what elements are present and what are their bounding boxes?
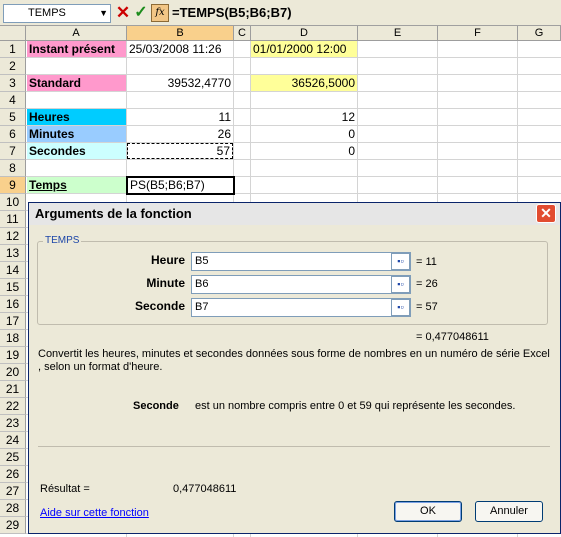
arg-input-heure[interactable]: B5 [191,252,411,271]
arg-result-seconde: = 57 [416,301,438,313]
cell-d3[interactable]: 36526,5000 [251,75,357,91]
cell-b3[interactable]: 39532,4770 [127,75,233,91]
arg-result-heure: = 11 [416,256,437,268]
row-header-21[interactable]: 21 [0,381,26,398]
gridline [26,91,561,92]
row-header-20[interactable]: 20 [0,364,26,381]
row-header-27[interactable]: 27 [0,483,26,500]
row-header-25[interactable]: 25 [0,449,26,466]
arg-result-minute: = 26 [416,278,438,290]
cell-b7[interactable]: 57 [127,143,233,159]
chevron-down-icon[interactable]: ▼ [99,5,108,22]
result-label: Résultat = [40,483,90,495]
close-icon[interactable]: ✕ [536,204,556,223]
row-header-3[interactable]: 3 [0,75,26,92]
row-header-23[interactable]: 23 [0,415,26,432]
column-header-c[interactable]: C [234,26,251,41]
gridline [26,57,561,58]
row-header-18[interactable]: 18 [0,330,26,347]
arg-input-minute[interactable]: B6 [191,275,411,294]
row-header-6[interactable]: 6 [0,126,26,143]
row-header-11[interactable]: 11 [0,211,26,228]
name-box[interactable]: TEMPS ▼ [3,4,111,23]
enter-check-icon[interactable]: ✓ [133,3,149,23]
result-value: 0,477048611 [173,483,237,495]
cell-b5[interactable]: 11 [127,109,233,125]
name-box-value: TEMPS [28,7,66,19]
column-header-f[interactable]: F [438,26,518,41]
collapse-dialog-icon[interactable]: ▪▫ [391,299,410,316]
row-header-19[interactable]: 19 [0,347,26,364]
row-header-29[interactable]: 29 [0,517,26,534]
row-header-16[interactable]: 16 [0,296,26,313]
cell-d7[interactable]: 0 [251,143,357,159]
cell-a3[interactable]: Standard [27,75,126,91]
row-header-2[interactable]: 2 [0,58,26,75]
row-header-28[interactable]: 28 [0,500,26,517]
cell-a5[interactable]: Heures [27,109,126,125]
cancel-button[interactable]: Annuler [475,501,543,522]
collapse-dialog-icon[interactable]: ▪▫ [391,276,410,293]
arg-input-seconde[interactable]: B7 [191,298,411,317]
formula-input[interactable]: =TEMPS(B5;B6;B7) [172,4,292,23]
dialog-title: Arguments de la fonction [29,203,560,225]
column-header-a[interactable]: A [26,26,127,41]
cell-a1[interactable]: Instant présent [27,41,126,57]
column-header-b[interactable]: B [127,26,234,41]
column-header-g[interactable]: G [518,26,561,41]
function-description: Convertit les heures, minutes et seconde… [38,348,550,373]
row-header-13[interactable]: 13 [0,245,26,262]
arg-description-text: est un nombre compris entre 0 et 59 qui … [195,400,516,412]
help-link[interactable]: Aide sur cette fonction [40,507,149,519]
select-all-corner[interactable] [0,26,26,41]
function-result: = 0,477048611 [416,331,489,343]
row-header-14[interactable]: 14 [0,262,26,279]
arg-label-minute: Minute [146,276,185,290]
row-header-26[interactable]: 26 [0,466,26,483]
row-header-4[interactable]: 4 [0,92,26,109]
arg-label-seconde: Seconde [134,299,185,313]
collapse-dialog-icon[interactable]: ▪▫ [391,253,410,270]
row-header-24[interactable]: 24 [0,432,26,449]
cell-a7[interactable]: Secondes [27,143,126,159]
row-header-10[interactable]: 10 [0,194,26,211]
row-header-7[interactable]: 7 [0,143,26,160]
row-header-1[interactable]: 1 [0,41,26,58]
cell-d1[interactable]: 01/01/2000 12:00 [251,41,357,57]
divider [38,446,550,447]
insert-function-icon[interactable]: fx [151,4,169,22]
row-header-22[interactable]: 22 [0,398,26,415]
gridline [26,159,561,160]
ok-button[interactable]: OK [394,501,462,522]
gridline [26,193,561,194]
cell-b9-editing[interactable]: PS(B5;B6;B7) [126,176,235,195]
column-header-e[interactable]: E [358,26,438,41]
cell-d5[interactable]: 12 [251,109,357,125]
column-header-d[interactable]: D [251,26,358,41]
row-header-8[interactable]: 8 [0,160,26,177]
cell-d6[interactable]: 0 [251,126,357,142]
row-header-15[interactable]: 15 [0,279,26,296]
row-header-17[interactable]: 17 [0,313,26,330]
row-header-5[interactable]: 5 [0,109,26,126]
cancel-icon[interactable]: ✕ [115,3,131,23]
row-header-9[interactable]: 9 [0,177,26,194]
cell-a9[interactable]: Temps [27,177,126,193]
cell-b1[interactable]: 25/03/2008 11:26 [127,41,233,57]
arg-label-heure: Heure [150,253,185,267]
cell-a6[interactable]: Minutes [27,126,126,142]
arg-description-label: Seconde [133,400,179,412]
group-title: TEMPS [43,234,82,248]
cell-b6[interactable]: 26 [127,126,233,142]
row-header-12[interactable]: 12 [0,228,26,245]
